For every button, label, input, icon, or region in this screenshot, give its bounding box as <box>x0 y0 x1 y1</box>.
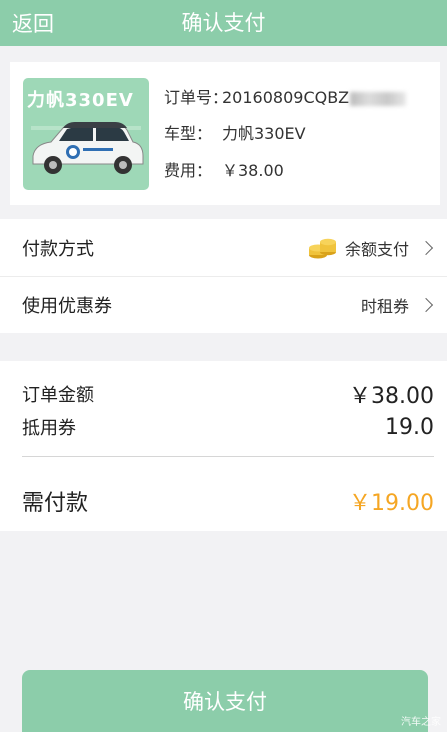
order-amount-label: 订单金额 <box>22 385 94 406</box>
fee-label: 费用： <box>164 161 213 180</box>
nav-bar: 返回 确认支付 <box>0 0 447 46</box>
order-number-label: 订单号： <box>164 88 229 107</box>
payable-row: 需付款 ￥19.00 <box>22 485 434 517</box>
order-number-value: 20160809CQBZ <box>222 88 350 107</box>
coin-stack-icon <box>308 238 336 258</box>
watermark: 汽车之家 <box>401 717 441 728</box>
coupon-deduction-row: 抵用券 19.0 <box>22 414 434 440</box>
confirm-pay-button[interactable]: 确认支付 <box>22 670 428 732</box>
fee-line: 费用： ￥38.00 <box>164 157 284 181</box>
chevron-right-icon <box>418 240 434 255</box>
coupon-value: 时租券 <box>360 297 409 316</box>
car-model-line: 车型： 力帆330EV <box>164 120 306 144</box>
car-image: 力帆330EV <box>23 78 149 190</box>
order-amount-row: 订单金额 ￥38.00 <box>22 378 434 410</box>
order-amount-value: ￥38.00 <box>349 384 434 409</box>
fee-value: ￥38.00 <box>222 161 284 180</box>
payment-method-row[interactable]: 付款方式 余额支付 <box>0 219 447 276</box>
payable-label: 需付款 <box>22 491 89 516</box>
redacted-blur <box>350 91 407 106</box>
car-model-value: 力帆330EV <box>222 124 306 143</box>
chevron-right-icon <box>418 297 434 313</box>
coupon-deduction-label: 抵用券 <box>22 418 76 439</box>
payment-method-value: 余额支付 <box>344 239 409 259</box>
coupon-deduction-value: 19.0 <box>385 414 434 440</box>
page-title: 确认支付 <box>181 11 266 35</box>
car-model-label: 车型： <box>164 124 213 143</box>
payment-method-label: 付款方式 <box>22 238 94 260</box>
coupon-label: 使用优惠券 <box>22 296 112 317</box>
order-card: 力帆330EV 订单号：20160809CQBZ 车型： 力帆330EV 费用： ￥… <box>10 62 440 205</box>
order-number-line: 订单号：20160809CQBZ <box>164 84 407 108</box>
car-thumb-name: 力帆330EV <box>27 90 134 111</box>
payable-value: ￥19.00 <box>349 491 434 516</box>
payment-options: 付款方式 余额支付 使用优惠券 时租券 <box>0 219 447 333</box>
car-icon <box>31 122 144 174</box>
coupon-row[interactable]: 使用优惠券 时租券 <box>0 276 447 333</box>
divider <box>22 456 434 457</box>
amount-summary: 订单金额 ￥38.00 抵用券 19.0 需付款 ￥19.00 <box>0 361 447 531</box>
